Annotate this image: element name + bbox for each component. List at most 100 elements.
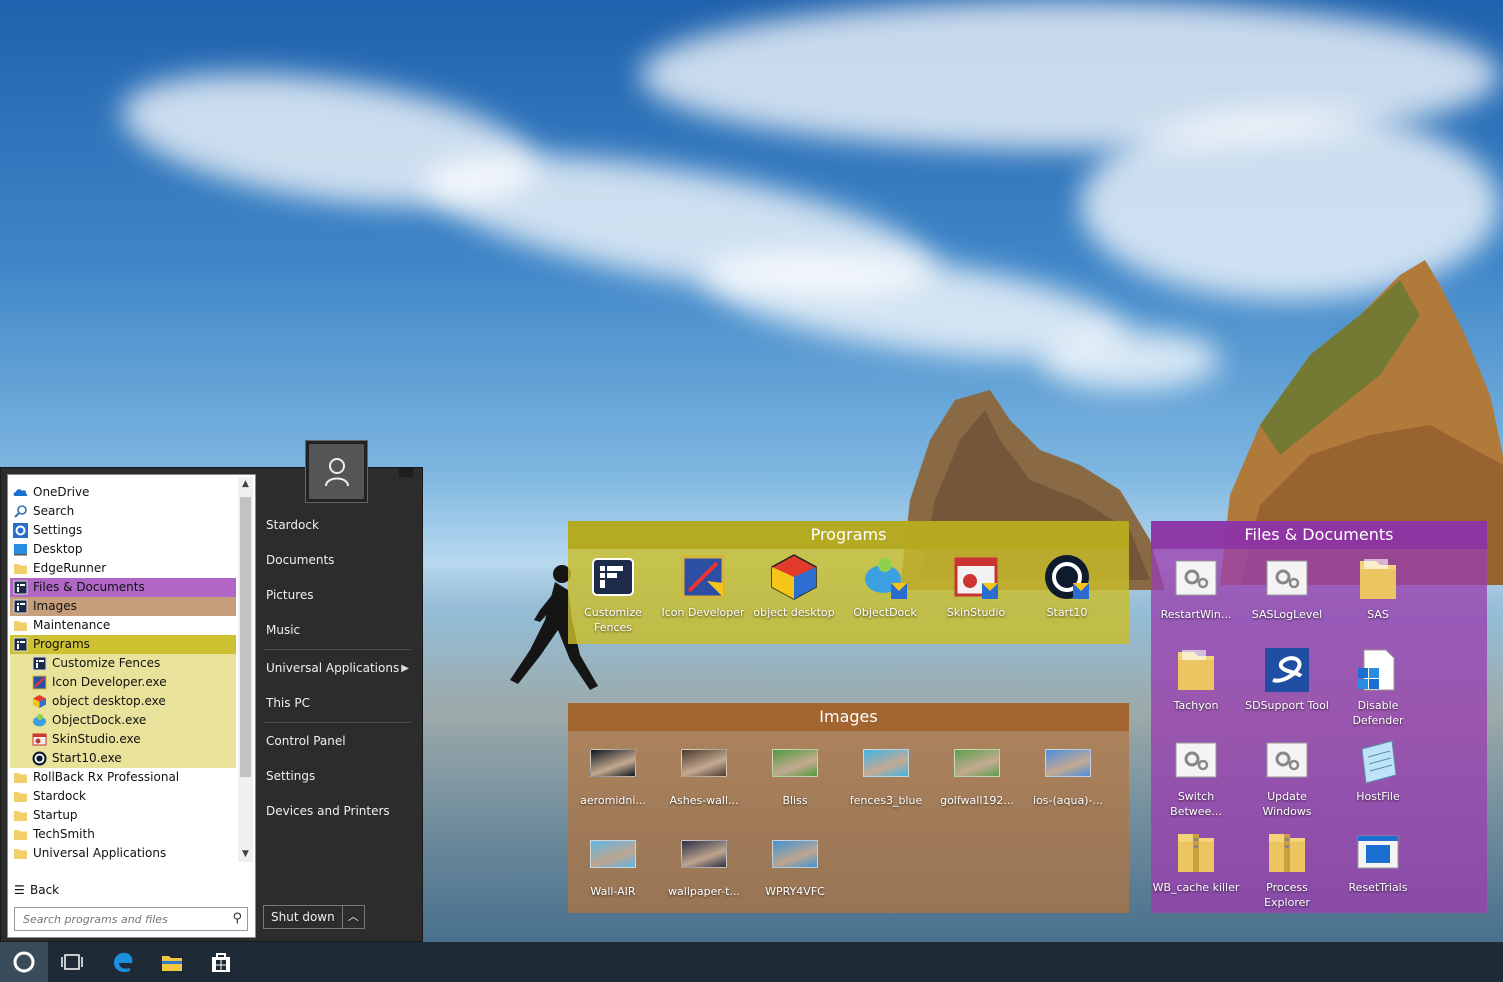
image-thumbnail: [590, 749, 636, 777]
file-explorer-button[interactable]: [148, 942, 196, 982]
place-this-pc[interactable]: This PC: [263, 686, 411, 721]
place-pictures[interactable]: Pictures: [263, 578, 411, 613]
file-icon[interactable]: HostFile: [1333, 737, 1423, 804]
image-file-icon[interactable]: golfwall192...: [932, 739, 1022, 808]
place-documents[interactable]: Documents: [263, 543, 411, 578]
program-list-item[interactable]: Files & Documents: [10, 578, 236, 597]
program-list-item[interactable]: Settings: [10, 521, 236, 540]
program-list-item[interactable]: Icon Developer.exe: [10, 673, 236, 692]
store-icon: [212, 953, 230, 972]
place-universal-applications[interactable]: Universal Applications ▶: [263, 651, 411, 686]
pin-handle[interactable]: [399, 468, 413, 477]
image-file-icon[interactable]: Bliss: [750, 739, 840, 808]
image-file-icon[interactable]: WPRY4VFC: [750, 830, 840, 899]
search-icon[interactable]: ⚲: [232, 911, 242, 926]
place-control-panel[interactable]: Control Panel: [263, 724, 411, 759]
program-list-item[interactable]: Stardock: [10, 787, 236, 806]
shutdown-group: Shut down ︿: [263, 905, 365, 929]
start10-icon: [1043, 553, 1091, 601]
object-desktop-icon: [770, 553, 818, 601]
scrollbar[interactable]: ▲ ▼: [238, 477, 253, 862]
program-list-item[interactable]: OneDrive: [10, 483, 236, 502]
file-icon[interactable]: ResetTrials: [1333, 828, 1423, 895]
program-list-item[interactable]: ObjectDock.exe: [10, 711, 236, 730]
program-list-label: TechSmith: [33, 827, 95, 841]
program-list-label: Images: [33, 599, 77, 613]
program-list-item[interactable]: Desktop: [10, 540, 236, 559]
place-music[interactable]: Music: [263, 613, 411, 648]
file-icon[interactable]: WB_cache killer: [1151, 828, 1241, 895]
fence-programs[interactable]: Programs Customize Fences Icon Developer…: [568, 521, 1129, 644]
fence-files-documents[interactable]: Files & Documents RestartWin... SASLogLev…: [1151, 521, 1487, 913]
search-box[interactable]: ⚲: [14, 907, 248, 931]
program-list-item[interactable]: RollBack Rx Professional: [10, 768, 236, 787]
sdsupport-icon: [1263, 646, 1311, 694]
file-icon[interactable]: Process Explorer: [1242, 828, 1332, 910]
folder-icon: [13, 561, 28, 576]
program-list-item[interactable]: TechSmith: [10, 825, 236, 844]
gears-file-icon: [1263, 555, 1311, 603]
program-list-item[interactable]: Maintenance: [10, 616, 236, 635]
image-file-icon[interactable]: ios-(aqua)-...: [1023, 739, 1113, 808]
program-list-item[interactable]: Programs: [10, 635, 236, 654]
icon-label: WPRY4VFC: [765, 885, 825, 898]
place-devices-and-printers[interactable]: Devices and Printers: [263, 794, 411, 829]
place-stardock[interactable]: Stardock: [263, 508, 411, 543]
scroll-thumb[interactable]: [240, 497, 251, 777]
icon-label: SAS: [1367, 608, 1389, 621]
program-list-item[interactable]: SkinStudio.exe: [10, 730, 236, 749]
search-input[interactable]: [15, 908, 220, 930]
object-desktop-icon: [32, 694, 47, 709]
image-file-icon[interactable]: fences3_blue: [841, 739, 931, 808]
folder-icon: [13, 618, 28, 633]
image-file-icon[interactable]: aeromidni...: [568, 739, 658, 808]
file-icon[interactable]: SAS: [1333, 555, 1423, 622]
place-settings[interactable]: Settings: [263, 759, 411, 794]
fence-title[interactable]: Files & Documents: [1151, 521, 1487, 549]
program-list-item[interactable]: EdgeRunner: [10, 559, 236, 578]
shutdown-options-button[interactable]: ︿: [342, 905, 365, 929]
fence-title[interactable]: Images: [568, 703, 1129, 731]
file-icon[interactable]: SASLogLevel: [1242, 555, 1332, 622]
file-icon[interactable]: SDSupport Tool: [1242, 646, 1332, 713]
fence-images[interactable]: Images aeromidni... Ashes-wall... Bliss fen…: [568, 703, 1129, 913]
image-file-icon[interactable]: Ashes-wall...: [659, 739, 749, 808]
back-button[interactable]: ☰ Back: [14, 883, 59, 897]
file-icon[interactable]: Update Windows: [1242, 737, 1332, 819]
desktop-icon-skinstudio[interactable]: SkinStudio: [931, 553, 1021, 620]
task-view-button[interactable]: [48, 942, 96, 982]
window-app-icon: [1354, 828, 1402, 876]
desktop-icon-customize-fences[interactable]: Customize Fences: [568, 553, 658, 635]
program-list-item[interactable]: Search: [10, 502, 236, 521]
program-list-label: Customize Fences: [52, 656, 161, 670]
desktop-icon-start10[interactable]: Start10: [1022, 553, 1112, 620]
image-file-icon[interactable]: Wall-AIR: [568, 830, 658, 899]
desktop-icon-icon-developer[interactable]: Icon Developer: [658, 553, 748, 620]
shutdown-button[interactable]: Shut down: [263, 905, 343, 929]
program-list-label: Programs: [33, 637, 90, 651]
desktop-icon-object-desktop[interactable]: object desktop: [749, 553, 839, 620]
image-file-icon[interactable]: wallpaper-t...: [659, 830, 749, 899]
icon-label: WB_cache killer: [1152, 881, 1240, 894]
user-avatar[interactable]: [306, 441, 367, 502]
program-list-item[interactable]: Universal Applications: [10, 844, 236, 863]
edge-button[interactable]: [99, 942, 147, 982]
program-list-item[interactable]: Customize Fences: [10, 654, 236, 673]
scroll-up-arrow[interactable]: ▲: [238, 477, 253, 492]
file-icon[interactable]: Tachyon: [1151, 646, 1241, 713]
file-icon[interactable]: Switch Betwee...: [1151, 737, 1241, 819]
file-icon[interactable]: RestartWin...: [1151, 555, 1241, 622]
program-list-item[interactable]: object desktop.exe: [10, 692, 236, 711]
scroll-down-arrow[interactable]: ▼: [238, 847, 253, 862]
store-button[interactable]: [197, 942, 245, 982]
program-list-item[interactable]: Startup: [10, 806, 236, 825]
program-list-item[interactable]: Start10.exe: [10, 749, 236, 768]
icon-label: Wall-AIR: [590, 885, 636, 898]
start-button[interactable]: [0, 942, 48, 982]
desktop-icon-objectdock[interactable]: ObjectDock: [840, 553, 930, 620]
zip-folder-icon: [1263, 828, 1311, 876]
fence-title[interactable]: Programs: [568, 521, 1129, 549]
file-icon[interactable]: Disable Defender: [1333, 646, 1423, 728]
image-thumbnail: [772, 749, 818, 777]
program-list-item[interactable]: Images: [10, 597, 236, 616]
